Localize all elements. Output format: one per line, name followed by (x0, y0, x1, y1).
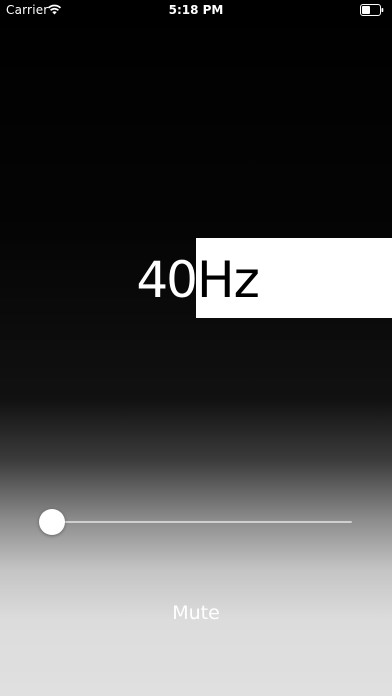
frequency-value: 40 (136, 251, 198, 309)
mute-button[interactable]: Mute (146, 596, 246, 630)
frequency-slider[interactable] (38, 507, 354, 537)
status-time: 5:18 PM (168, 3, 224, 17)
battery-icon (360, 4, 384, 16)
status-bar: Carrier 5:18 PM (0, 0, 392, 20)
frequency-generator-screen: Carrier 5:18 PM 40 Hz Mute (0, 0, 392, 696)
slider-thumb[interactable] (39, 509, 65, 535)
frequency-unit: Hz (197, 251, 260, 309)
slider-track[interactable] (52, 521, 352, 523)
